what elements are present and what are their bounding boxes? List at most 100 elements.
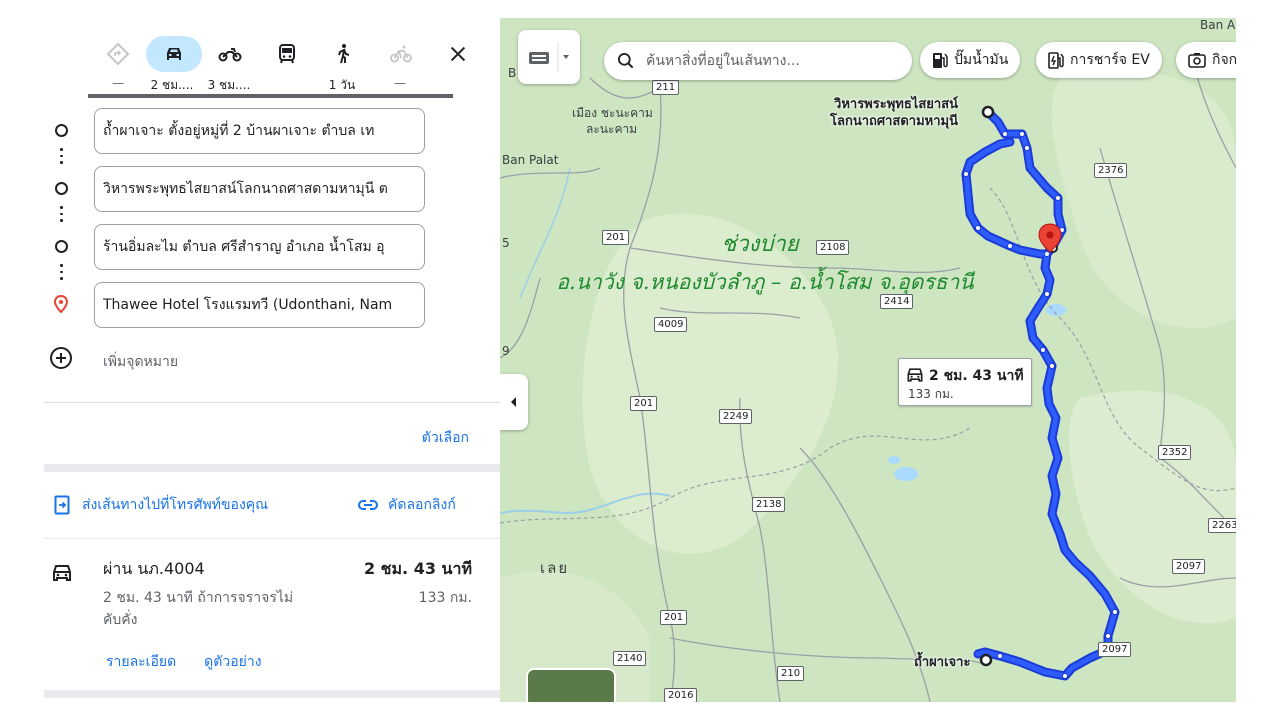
chip-activities-label: กิจก [1212, 52, 1236, 68]
satellite-layer-thumbnail[interactable] [526, 668, 616, 702]
car-icon [53, 565, 71, 581]
map-label: 5 [502, 236, 510, 250]
stop-input-4[interactable]: Thawee Hotel โรงแรมทวี (Udonthani, Nam [94, 282, 425, 328]
ev-charging-icon [1048, 52, 1064, 69]
callout-distance: 133 กม. [908, 387, 954, 401]
route-duration-callout[interactable]: 2 ชม. 43 นาที 133 กม. [898, 358, 1032, 406]
gas-station-icon [933, 53, 948, 68]
circle-icon [53, 238, 69, 254]
chip-activities[interactable]: กิจก [1176, 42, 1236, 78]
search-placeholder: ค้นหาสิ่งที่อยู่ในเส้นทาง... [646, 53, 800, 69]
close-icon [450, 46, 466, 62]
share-row: ส่งเส้นทางไปที่โทรศัพท์ของคุณ คัดลอกลิงก… [44, 486, 500, 522]
callout-duration: 2 ชม. 43 นาที [929, 368, 1024, 384]
circle-icon [53, 122, 69, 138]
mode-motorbike-button[interactable] [202, 36, 258, 72]
route-time: 2 ชม. 43 นาที [363, 559, 472, 578]
map-label: ละนะคาม [586, 122, 638, 136]
stop-row: Thawee Hotel โรงแรมทวี (Udonthani, Nam [44, 282, 500, 328]
transit-icon [279, 44, 295, 64]
map-label: B [508, 66, 517, 80]
details-link[interactable]: รายละเอียด [106, 651, 176, 673]
place-label-line: โลกนาถศาสดามหามุนี [830, 114, 959, 129]
circle-icon [53, 180, 69, 196]
road-shield: 201 [660, 610, 688, 625]
stop-input-1[interactable]: ถ้ำผาเจาะ ตั้งอยู่หมู่ที่ 2 บ้านผาเจาะ ต… [94, 108, 425, 154]
add-destination-button[interactable]: เพิ่มจุดหมาย [44, 344, 500, 376]
dots-icon [60, 206, 63, 226]
mode-underline [88, 94, 453, 98]
road-shield: 2097 [1172, 559, 1206, 574]
road-shield: 2352 [1158, 445, 1192, 460]
stop-row: ถ้ำผาเจาะ ตั้งอยู่หมู่ที่ 2 บ้านผาเจาะ ต… [44, 108, 500, 154]
road-shield: 201 [630, 396, 658, 411]
map-label: Ban Palat [502, 153, 559, 167]
motorbike-icon [218, 48, 242, 62]
keyboard-layer-button[interactable] [518, 30, 580, 84]
overlay-title-line1: ช่วงบ่าย [721, 232, 799, 257]
keyboard-icon [529, 42, 569, 72]
section-divider [44, 464, 500, 472]
send-to-phone-link[interactable]: ส่งเส้นทางไปที่โทรศัพท์ของคุณ [54, 494, 268, 516]
road-shield: 2376 [1094, 163, 1128, 178]
bicycle-icon [390, 45, 412, 63]
road-shield: 2249 [719, 409, 753, 424]
walk-icon [338, 44, 350, 64]
options-link[interactable]: ตัวเลือก [422, 427, 469, 449]
route-option[interactable]: ผ่าน นภ.4004 2 ชม. 43 นาที 2 ชม. 43 นาที… [44, 538, 500, 688]
place-label-line: วิหารพระพุทธไสยาสน์ [834, 97, 959, 112]
route-links: รายละเอียด ดูตัวอย่าง [106, 651, 262, 673]
road-shield: 2016 [664, 688, 698, 702]
send-to-phone-icon [54, 495, 70, 515]
road-shield: 210 [777, 666, 805, 681]
map-label: 9 [502, 344, 510, 358]
section-divider [44, 690, 500, 698]
car-icon [907, 368, 923, 382]
road-shield: 2097 [1098, 642, 1132, 657]
car-icon [167, 48, 181, 60]
mode-car-button[interactable] [146, 36, 202, 72]
overlay-title-line2: อ.นาวัง จ.หนองบัวลำภู – อ.น้ำโสม จ.อุดรธ… [556, 270, 974, 294]
map-label: Ban A [1200, 18, 1236, 32]
place-label-cave[interactable]: ถ้ำผาเจาะ [914, 654, 970, 671]
route-distance: 133 กม. [418, 590, 472, 606]
stop-row: วิหารพระพุทธไสยาสน์โลกนาถศาสดามหามุนี ต [44, 166, 500, 212]
stop-input-2[interactable]: วิหารพระพุทธไสยาสน์โลกนาถศาสดามหามุนี ต [94, 166, 425, 212]
send-to-phone-label: ส่งเส้นทางไปที่โทรศัพท์ของคุณ [82, 497, 269, 513]
chip-gas-label: ปั๊มน้ำมัน [954, 52, 1009, 68]
travel-mode-bar: — 2 ชม.... 3 ชม.... 1 วัน — [44, 18, 500, 118]
preview-link[interactable]: ดูตัวอย่าง [204, 651, 261, 673]
copy-link-button[interactable]: คัดลอกลิงก์ [358, 494, 456, 516]
collapse-panel-button[interactable] [500, 374, 528, 430]
add-destination-label: เพิ่มจุดหมาย [103, 354, 179, 370]
road-shield: 211 [652, 80, 680, 95]
app-root: — 2 ชม.... 3 ชม.... 1 วัน — ถ้ำผาเจาะ ตั… [0, 0, 1280, 720]
road-shield: 2263 [1208, 518, 1236, 533]
place-label-temple[interactable]: วิหารพระพุทธไสยาสน์ โลกนาถศาสดามหามุนี [830, 96, 958, 130]
search-icon [618, 53, 634, 69]
map-label: เลย [540, 559, 570, 577]
copy-link-label: คัดลอกลิงก์ [388, 497, 456, 513]
map-view[interactable]: Ban A B เมือง ชะนะคาม ละนะคาม Ban Palat … [500, 18, 1236, 702]
chip-ev-label: การชาร์จ EV [1070, 52, 1150, 68]
mode-bicycle-button[interactable] [373, 36, 429, 72]
directions-panel: — 2 ชม.... 3 ชม.... 1 วัน — ถ้ำผาเจาะ ตั… [44, 18, 500, 702]
chip-gas[interactable]: ปั๊มน้ำมัน [920, 42, 1021, 78]
mode-best-button[interactable] [90, 36, 146, 72]
road-shield: 2138 [752, 497, 786, 512]
close-button[interactable] [442, 38, 474, 70]
route-via: ผ่าน นภ.4004 [103, 559, 205, 578]
chip-ev[interactable]: การชาร์จ EV [1036, 42, 1162, 78]
best-route-icon [106, 42, 130, 66]
divider [44, 402, 500, 403]
chevron-left-icon [511, 397, 516, 407]
mode-walk-button[interactable] [315, 36, 371, 72]
map-search-bar[interactable]: ค้นหาสิ่งที่อยู่ในเส้นทาง... [604, 42, 912, 80]
route-note: 2 ชม. 43 นาที ถ้าการจราจรไม่คับคั่ง [103, 590, 294, 628]
stop-input-3[interactable]: ร้านอิ่มละไม ตำบล ศรีสำราญ อำเภอ น้ำโสม … [94, 224, 425, 270]
dots-icon [60, 264, 63, 284]
add-circle-icon [50, 347, 72, 369]
mode-transit-button[interactable] [259, 36, 315, 72]
mode-bicycle-time: — [394, 76, 406, 90]
road-shield: 4009 [654, 317, 688, 332]
